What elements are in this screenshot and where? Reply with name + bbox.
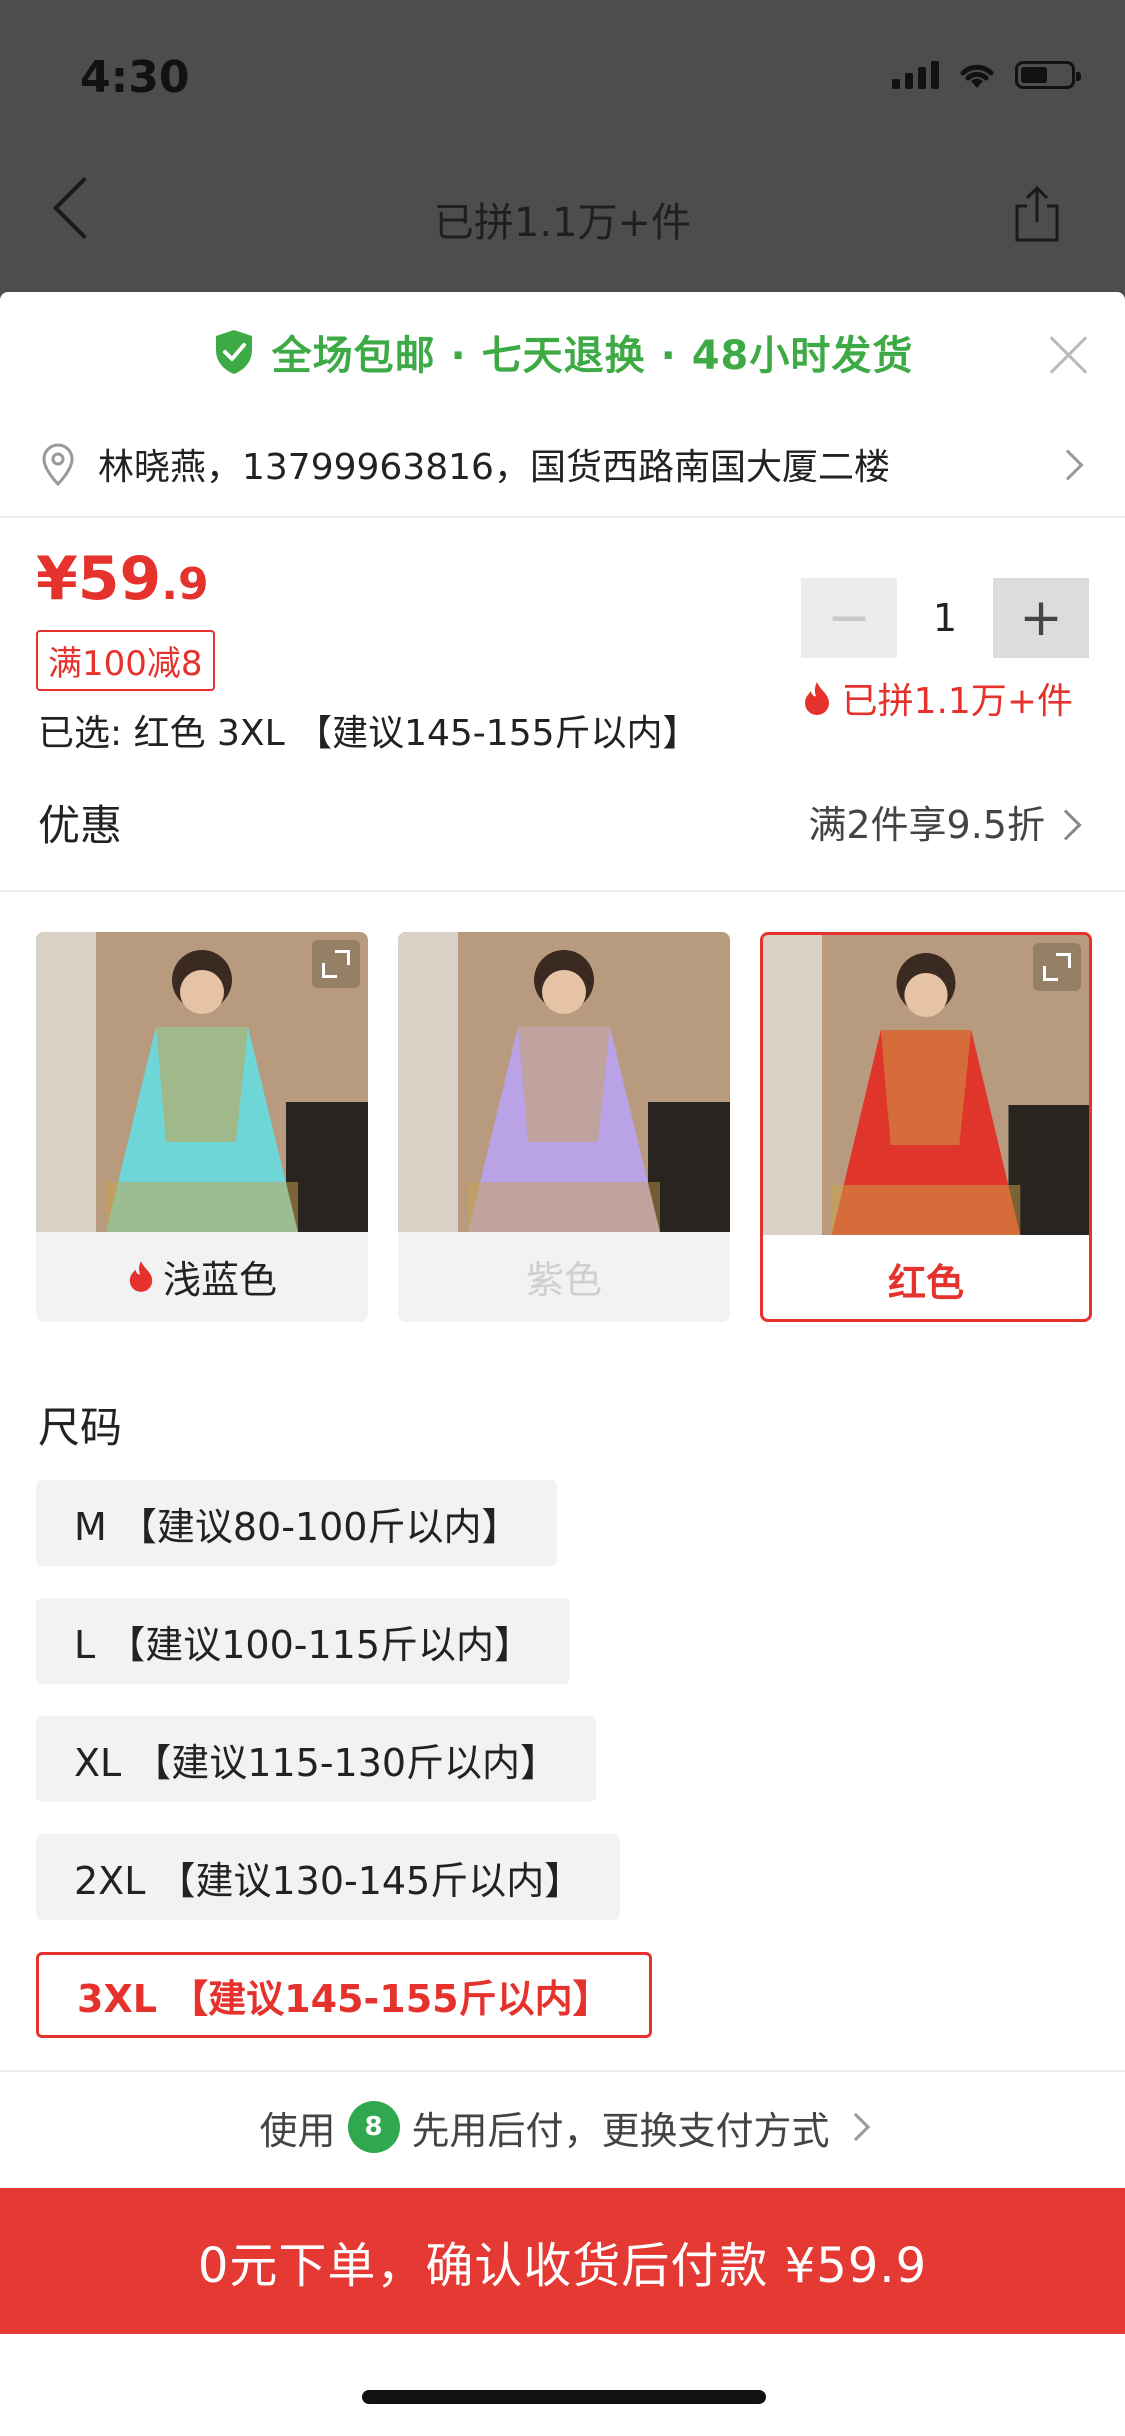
color-name: 浅蓝色 [162, 1257, 277, 1302]
location-pin-icon [42, 443, 74, 486]
battery-icon [1015, 61, 1081, 89]
quantity-plus-button[interactable]: + [993, 578, 1089, 658]
payment-text: 先用后付，更换支付方式 [411, 2108, 830, 2153]
background-page: 4:30 已拼1.1万+件 [0, 0, 1125, 300]
product-photo [763, 935, 1089, 1235]
divider [0, 890, 1125, 892]
size-options: M 【建议80-100斤以内】 L 【建议100-115斤以内】 XL 【建议1… [36, 1480, 652, 2038]
color-options: 浅蓝色 紫色 红色 [36, 932, 1092, 1322]
wifi-icon [960, 64, 994, 88]
color-name: 紫色 [525, 1257, 602, 1302]
quantity-value[interactable]: 1 [897, 596, 993, 640]
expand-icon[interactable] [1033, 943, 1081, 991]
sold-count: 已拼1.1万+件 [802, 672, 1073, 724]
color-option-light-blue[interactable]: 浅蓝色 [36, 932, 368, 1322]
place-order-button[interactable]: 0元下单，确认收货后付款 ¥59.9 [0, 2188, 1125, 2334]
discount-detail[interactable]: 满2件享9.5折 [808, 794, 1045, 849]
selected-sku-text: 已选: 红色 3XL 【建议145-155斤以内】 [38, 713, 699, 754]
promo-bar: 全场包邮 · 七天退换 · 48小时发货 [0, 292, 1125, 412]
flame-icon [804, 682, 829, 715]
address-text: 林晓燕，13799963816，国货西路南国大厦二楼 [98, 447, 890, 488]
price-decimal: .9 [161, 559, 209, 610]
close-icon[interactable] [1049, 334, 1089, 374]
payment-method-row[interactable]: 使用 8 先用后付，更换支付方式 [0, 2072, 1125, 2182]
coupon-badge: 满100减8 [36, 630, 215, 691]
sku-selector-sheet: 全场包邮 · 七天退换 · 48小时发货 林晓燕，13799963816，国货西… [0, 292, 1125, 2436]
quantity-stepper: − 1 + [801, 578, 1089, 658]
size-option-l[interactable]: L 【建议100-115斤以内】 [36, 1598, 571, 1684]
product-photo [398, 932, 730, 1232]
color-option-red[interactable]: 红色 [760, 932, 1092, 1322]
price-currency: ¥ [36, 544, 78, 614]
size-option-m[interactable]: M 【建议80-100斤以内】 [36, 1480, 558, 1566]
chevron-right-icon [841, 2112, 870, 2142]
size-option-2xl[interactable]: 2XL 【建议130-145斤以内】 [36, 1834, 621, 1920]
product-photo [36, 932, 368, 1232]
price-integer: 59 [77, 544, 162, 614]
home-indicator [362, 2390, 766, 2404]
status-icons [892, 60, 1081, 90]
price: ¥59.9 [36, 544, 209, 614]
sold-count-text: 已拼1.1万+件 [841, 681, 1073, 722]
promo-text: 全场包邮 · 七天退换 · 48小时发货 [271, 333, 914, 379]
size-section-title: 尺码 [38, 1403, 123, 1452]
flame-icon [129, 1261, 153, 1292]
signal-icon [892, 61, 939, 89]
color-label: 浅蓝色 [36, 1232, 368, 1320]
color-label: 紫色 [398, 1232, 730, 1320]
color-name: 红色 [887, 1260, 964, 1305]
chevron-right-icon [1050, 809, 1082, 841]
shield-check-icon [215, 330, 252, 374]
color-label: 红色 [763, 1235, 1089, 1319]
discount-label: 优惠 [38, 801, 123, 850]
share-icon[interactable] [1011, 184, 1063, 244]
page-title: 已拼1.1万+件 [433, 200, 692, 246]
quantity-minus-button[interactable]: − [801, 578, 897, 658]
size-option-3xl[interactable]: 3XL 【建议145-155斤以内】 [36, 1952, 652, 2038]
status-time: 4:30 [80, 52, 190, 103]
color-option-purple[interactable]: 紫色 [398, 932, 730, 1322]
size-option-xl[interactable]: XL 【建议115-130斤以内】 [36, 1716, 597, 1802]
chevron-right-icon [1052, 449, 1084, 481]
expand-icon[interactable] [312, 940, 360, 988]
address-row[interactable]: 林晓燕，13799963816，国货西路南国大厦二楼 [0, 412, 1125, 518]
pay-later-badge-icon: 8 [347, 2101, 400, 2153]
payment-prefix: 使用 [259, 2108, 336, 2153]
